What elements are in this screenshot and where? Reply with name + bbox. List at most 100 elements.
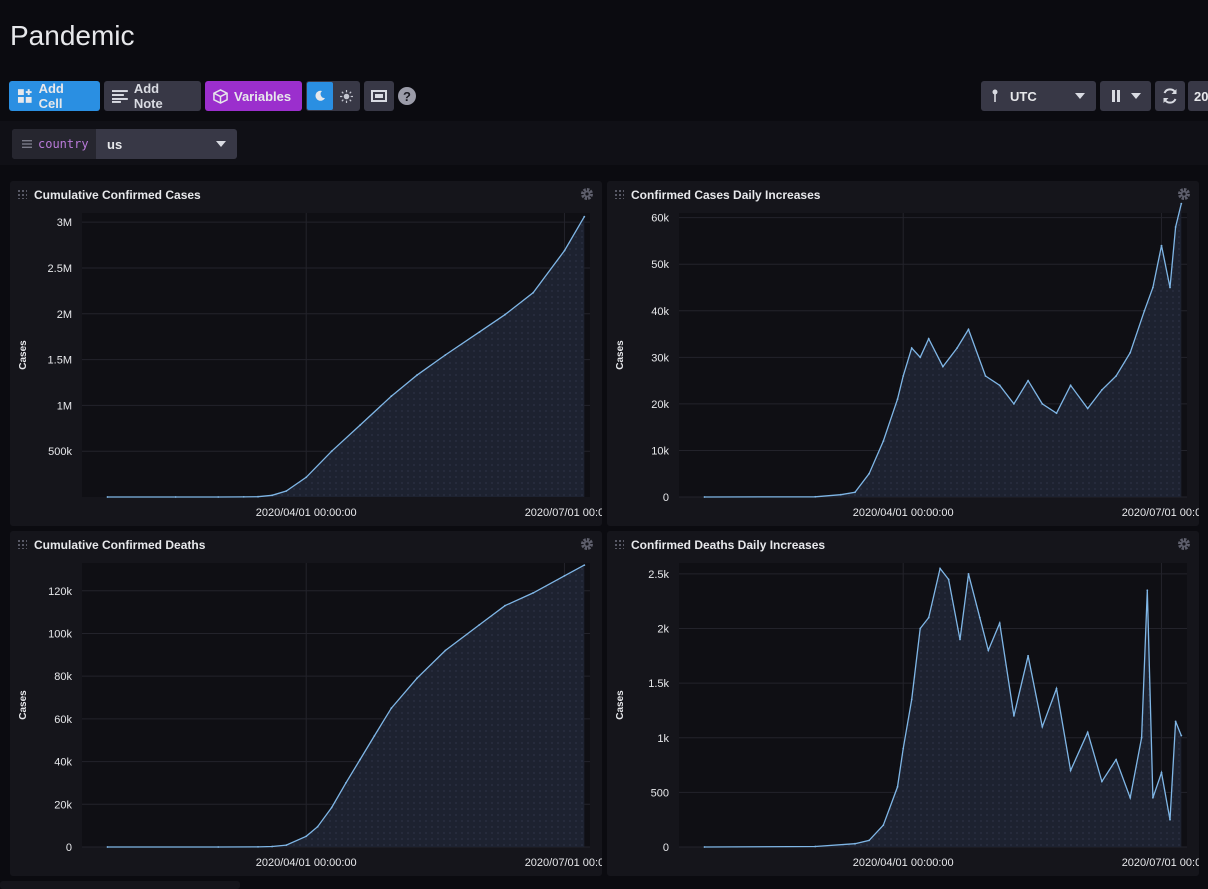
y-tick-label: 20k bbox=[651, 399, 669, 411]
data-point bbox=[1013, 715, 1015, 717]
add-note-button[interactable]: Add Note bbox=[104, 81, 201, 111]
data-point bbox=[583, 215, 586, 218]
add-cell-icon bbox=[17, 89, 32, 103]
theme-toggle[interactable] bbox=[306, 81, 360, 111]
y-tick-label: 2.5k bbox=[648, 569, 669, 581]
data-point bbox=[285, 490, 288, 492]
x-tick-label: 2020/04/01 00:00:00 bbox=[256, 857, 357, 869]
cell-title: Confirmed Deaths Daily Increases bbox=[631, 538, 826, 552]
data-point bbox=[987, 649, 990, 652]
data-point bbox=[854, 491, 856, 494]
timezone-dropdown[interactable]: UTC bbox=[981, 81, 1096, 111]
cell-title: Cumulative Confirmed Cases bbox=[34, 188, 201, 202]
data-point bbox=[902, 747, 905, 750]
drag-handle-icon[interactable] bbox=[614, 189, 624, 199]
add-cell-button[interactable]: Add Cell bbox=[9, 81, 100, 111]
gear-icon[interactable] bbox=[580, 187, 594, 201]
data-point bbox=[174, 496, 177, 498]
data-point bbox=[1115, 758, 1117, 761]
y-tick-label: 100k bbox=[48, 628, 72, 640]
cell-header: Confirmed Cases Daily Increases bbox=[607, 181, 1199, 209]
data-point bbox=[444, 649, 447, 652]
autorefresh-dropdown[interactable] bbox=[1100, 81, 1151, 111]
data-point bbox=[217, 846, 220, 848]
y-tick-label: 60k bbox=[54, 714, 72, 726]
data-point bbox=[1055, 687, 1058, 690]
data-point bbox=[1140, 736, 1143, 739]
variable-key: country bbox=[12, 129, 96, 159]
data-point bbox=[478, 624, 481, 626]
chevron-down-icon bbox=[216, 141, 226, 147]
cell-daily-cases[interactable]: 60k 50k 40k 30k 20k 10k 0 2020/04/01 00:00:00 20… bbox=[607, 181, 1199, 526]
cell-header: Cumulative Confirmed Cases bbox=[10, 181, 602, 209]
data-point bbox=[1152, 286, 1154, 289]
y-tick-label: 0 bbox=[663, 842, 669, 854]
data-point bbox=[814, 845, 817, 848]
y-tick-label: 20k bbox=[54, 799, 72, 811]
data-point bbox=[939, 567, 941, 570]
y-tick-label: 500 bbox=[651, 787, 669, 799]
y-axis-label: Cases bbox=[615, 340, 626, 370]
variable-dropdown-country[interactable]: country us bbox=[12, 129, 237, 159]
x-tick-label: 2020/04/01 00:00:00 bbox=[256, 507, 357, 519]
refresh-icon bbox=[1163, 88, 1177, 104]
data-point bbox=[703, 846, 706, 848]
data-point bbox=[959, 638, 961, 641]
variable-value: us bbox=[107, 137, 123, 152]
cell-cumulative-cases[interactable]: 3M 2.5M 2M 1.5M 1M 500k 2020/04/01 00:00:00 202… bbox=[10, 181, 602, 526]
presentation-mode-button[interactable] bbox=[364, 81, 394, 111]
x-tick-label: 2020/07/01 00:0 bbox=[1122, 857, 1199, 869]
gear-icon[interactable] bbox=[580, 537, 594, 551]
pause-icon bbox=[1112, 90, 1120, 102]
moon-icon[interactable] bbox=[307, 82, 333, 110]
cell-cumulative-deaths[interactable]: 120k 100k 80k 60k 40k 20k 0 2020/04/01 00:00:00… bbox=[10, 531, 602, 876]
time-range-dropdown[interactable]: 20 bbox=[1188, 81, 1208, 111]
data-point bbox=[217, 496, 220, 498]
gear-icon[interactable] bbox=[1177, 187, 1191, 201]
data-point bbox=[967, 573, 970, 575]
data-point bbox=[257, 846, 259, 848]
data-point bbox=[947, 578, 950, 581]
drag-handle-icon[interactable] bbox=[17, 539, 27, 549]
cell-daily-deaths[interactable]: 2.5k 2k 1.5k 1k 500 0 2020/04/01 00:00:00 2020/… bbox=[607, 531, 1199, 876]
data-point bbox=[563, 574, 566, 577]
data-point bbox=[967, 328, 970, 331]
gear-icon[interactable] bbox=[1177, 537, 1191, 551]
y-tick-label: 40k bbox=[651, 306, 669, 318]
help-icon[interactable]: ? bbox=[398, 87, 416, 105]
data-point bbox=[1055, 412, 1058, 415]
data-point bbox=[927, 337, 930, 340]
data-point bbox=[330, 806, 333, 809]
data-point bbox=[882, 440, 885, 442]
variables-button[interactable]: Variables bbox=[205, 81, 302, 111]
data-point bbox=[1169, 818, 1171, 821]
drag-handle-icon[interactable] bbox=[614, 539, 624, 549]
chart-svg[interactable]: 60k 50k 40k 30k 20k 10k 0 2020/04/01 00:00:00 20… bbox=[607, 181, 1199, 526]
data-point bbox=[1174, 226, 1177, 228]
data-point bbox=[359, 758, 361, 761]
data-point bbox=[1180, 734, 1183, 737]
drag-handle-icon[interactable] bbox=[17, 189, 27, 199]
dashboard-toolbar: Add Cell Add Note Variables ? UTC 20 bbox=[9, 81, 1208, 111]
data-point bbox=[583, 564, 586, 566]
chevron-down-icon bbox=[1131, 93, 1141, 99]
chart-svg[interactable]: 2.5k 2k 1.5k 1k 500 0 2020/04/01 00:00:00 2020/… bbox=[607, 531, 1199, 876]
data-point bbox=[1160, 771, 1163, 774]
cube-icon bbox=[213, 88, 228, 104]
chart-svg[interactable]: 3M 2.5M 2M 1.5M 1M 500k 2020/04/01 00:00:00 202… bbox=[10, 181, 602, 526]
chart-svg[interactable]: 120k 100k 80k 60k 40k 20k 0 2020/04/01 00:00:00… bbox=[10, 531, 602, 876]
refresh-button[interactable] bbox=[1155, 81, 1185, 111]
y-axis-label: Cases bbox=[18, 690, 29, 720]
data-point bbox=[868, 472, 870, 475]
data-point bbox=[305, 476, 308, 479]
data-point bbox=[956, 347, 958, 349]
chevron-down-icon bbox=[1075, 93, 1085, 99]
data-point bbox=[271, 845, 273, 848]
data-point bbox=[106, 846, 109, 848]
data-point bbox=[330, 450, 333, 453]
sun-icon[interactable] bbox=[333, 82, 359, 110]
y-tick-label: 0 bbox=[663, 492, 669, 504]
variables-label: Variables bbox=[234, 88, 292, 104]
variable-key-label: country bbox=[38, 137, 89, 151]
y-tick-label: 3M bbox=[57, 217, 72, 229]
